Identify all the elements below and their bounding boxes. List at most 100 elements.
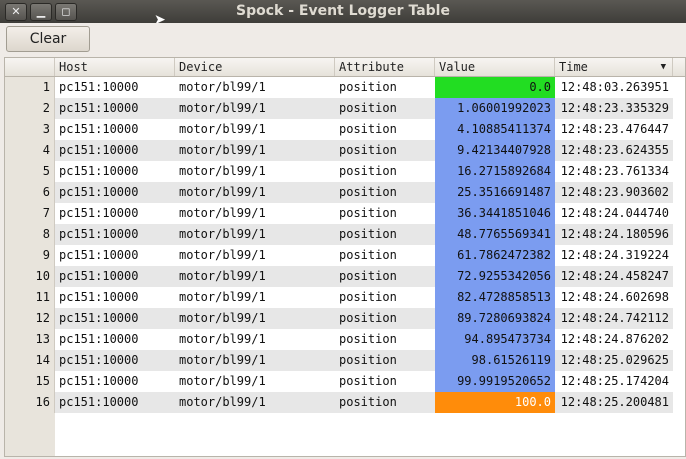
cell-host[interactable]: pc151:10000 xyxy=(55,392,175,413)
row-number[interactable]: 2 xyxy=(5,98,55,119)
event-table[interactable]: Host Device Attribute Value Time ▼ 1 pc15… xyxy=(4,57,686,457)
cell-value[interactable]: 48.7765569341 xyxy=(435,224,555,245)
cell-value[interactable]: 16.2715892684 xyxy=(435,161,555,182)
cell-value[interactable]: 61.7862472382 xyxy=(435,245,555,266)
cell-device[interactable]: motor/bl99/1 xyxy=(175,329,335,350)
cell-device[interactable]: motor/bl99/1 xyxy=(175,161,335,182)
cell-device[interactable]: motor/bl99/1 xyxy=(175,266,335,287)
table-row[interactable]: 3 pc151:10000 motor/bl99/1 position 4.108854… xyxy=(5,119,685,140)
cell-device[interactable]: motor/bl99/1 xyxy=(175,119,335,140)
row-number[interactable]: 7 xyxy=(5,203,55,224)
table-row[interactable]: 8 pc151:10000 motor/bl99/1 position 48.77655… xyxy=(5,224,685,245)
row-number[interactable]: 13 xyxy=(5,329,55,350)
corner-header[interactable] xyxy=(5,58,55,76)
table-row[interactable]: 13 pc151:10000 motor/bl99/1 position 94.8954… xyxy=(5,329,685,350)
cell-attribute[interactable]: position xyxy=(335,182,435,203)
cell-device[interactable]: motor/bl99/1 xyxy=(175,308,335,329)
cell-time[interactable]: 12:48:25.174204 xyxy=(555,371,673,392)
cell-attribute[interactable]: position xyxy=(335,287,435,308)
cell-attribute[interactable]: position xyxy=(335,140,435,161)
cell-value[interactable]: 25.3516691487 xyxy=(435,182,555,203)
clear-button[interactable]: Clear xyxy=(6,26,90,52)
table-row[interactable]: 7 pc151:10000 motor/bl99/1 position 36.34418… xyxy=(5,203,685,224)
cell-host[interactable]: pc151:10000 xyxy=(55,308,175,329)
cell-time[interactable]: 12:48:24.876202 xyxy=(555,329,673,350)
table-row[interactable]: 4 pc151:10000 motor/bl99/1 position 9.421344… xyxy=(5,140,685,161)
cell-time[interactable]: 12:48:25.029625 xyxy=(555,350,673,371)
row-number[interactable]: 6 xyxy=(5,182,55,203)
row-number[interactable]: 14 xyxy=(5,350,55,371)
cell-value[interactable]: 100.0 xyxy=(435,392,555,413)
row-number[interactable]: 4 xyxy=(5,140,55,161)
table-row[interactable]: 11 pc151:10000 motor/bl99/1 position 82.4728… xyxy=(5,287,685,308)
cell-host[interactable]: pc151:10000 xyxy=(55,98,175,119)
cell-time[interactable]: 12:48:23.761334 xyxy=(555,161,673,182)
table-row[interactable]: 6 pc151:10000 motor/bl99/1 position 25.35166… xyxy=(5,182,685,203)
cell-attribute[interactable]: position xyxy=(335,392,435,413)
cell-attribute[interactable]: position xyxy=(335,119,435,140)
cell-device[interactable]: motor/bl99/1 xyxy=(175,392,335,413)
cell-device[interactable]: motor/bl99/1 xyxy=(175,203,335,224)
cell-device[interactable]: motor/bl99/1 xyxy=(175,77,335,98)
table-row[interactable]: 9 pc151:10000 motor/bl99/1 position 61.78624… xyxy=(5,245,685,266)
cell-host[interactable]: pc151:10000 xyxy=(55,350,175,371)
col-header-host[interactable]: Host xyxy=(55,58,175,76)
cell-value[interactable]: 89.7280693824 xyxy=(435,308,555,329)
title-bar[interactable]: ✕ ▁ ◻ Spock - Event Logger Table ➤ xyxy=(0,0,686,28)
cell-time[interactable]: 12:48:24.602698 xyxy=(555,287,673,308)
col-header-attribute[interactable]: Attribute xyxy=(335,58,435,76)
cell-value[interactable]: 1.06001992023 xyxy=(435,98,555,119)
table-row[interactable]: 2 pc151:10000 motor/bl99/1 position 1.060019… xyxy=(5,98,685,119)
cell-device[interactable]: motor/bl99/1 xyxy=(175,98,335,119)
col-header-time[interactable]: Time ▼ xyxy=(555,58,673,76)
cell-host[interactable]: pc151:10000 xyxy=(55,287,175,308)
cell-attribute[interactable]: position xyxy=(335,77,435,98)
cell-device[interactable]: motor/bl99/1 xyxy=(175,287,335,308)
table-row[interactable]: 12 pc151:10000 motor/bl99/1 position 89.7280… xyxy=(5,308,685,329)
row-number[interactable]: 10 xyxy=(5,266,55,287)
cell-attribute[interactable]: position xyxy=(335,161,435,182)
cell-device[interactable]: motor/bl99/1 xyxy=(175,140,335,161)
cell-time[interactable]: 12:48:24.742112 xyxy=(555,308,673,329)
cell-attribute[interactable]: position xyxy=(335,266,435,287)
row-number[interactable]: 1 xyxy=(5,77,55,98)
cell-attribute[interactable]: position xyxy=(335,350,435,371)
cell-value[interactable]: 82.4728858513 xyxy=(435,287,555,308)
cell-time[interactable]: 12:48:23.335329 xyxy=(555,98,673,119)
table-row[interactable]: 16 pc151:10000 motor/bl99/1 position 100.0 12… xyxy=(5,392,685,413)
cell-attribute[interactable]: position xyxy=(335,245,435,266)
cell-attribute[interactable]: position xyxy=(335,224,435,245)
col-header-device[interactable]: Device xyxy=(175,58,335,76)
cell-host[interactable]: pc151:10000 xyxy=(55,203,175,224)
cell-value[interactable]: 4.10885411374 xyxy=(435,119,555,140)
cell-host[interactable]: pc151:10000 xyxy=(55,119,175,140)
cell-time[interactable]: 12:48:25.200481 xyxy=(555,392,673,413)
cell-attribute[interactable]: position xyxy=(335,371,435,392)
cell-device[interactable]: motor/bl99/1 xyxy=(175,350,335,371)
cell-device[interactable]: motor/bl99/1 xyxy=(175,182,335,203)
table-row[interactable]: 1 pc151:10000 motor/bl99/1 position 0.0 12:48… xyxy=(5,77,685,98)
cell-host[interactable]: pc151:10000 xyxy=(55,140,175,161)
cell-time[interactable]: 12:48:23.624355 xyxy=(555,140,673,161)
cell-attribute[interactable]: position xyxy=(335,98,435,119)
cell-device[interactable]: motor/bl99/1 xyxy=(175,245,335,266)
cell-host[interactable]: pc151:10000 xyxy=(55,182,175,203)
row-number[interactable]: 16 xyxy=(5,392,55,413)
cell-host[interactable]: pc151:10000 xyxy=(55,161,175,182)
cell-host[interactable]: pc151:10000 xyxy=(55,77,175,98)
cell-time[interactable]: 12:48:24.044740 xyxy=(555,203,673,224)
cell-host[interactable]: pc151:10000 xyxy=(55,224,175,245)
cell-value[interactable]: 72.9255342056 xyxy=(435,266,555,287)
cell-value[interactable]: 9.42134407928 xyxy=(435,140,555,161)
cell-device[interactable]: motor/bl99/1 xyxy=(175,224,335,245)
cell-host[interactable]: pc151:10000 xyxy=(55,329,175,350)
row-number[interactable]: 9 xyxy=(5,245,55,266)
cell-attribute[interactable]: position xyxy=(335,308,435,329)
cell-attribute[interactable]: position xyxy=(335,329,435,350)
cell-value[interactable]: 98.61526119 xyxy=(435,350,555,371)
cell-value[interactable]: 0.0 xyxy=(435,77,555,98)
cell-value[interactable]: 36.3441851046 xyxy=(435,203,555,224)
cell-time[interactable]: 12:48:23.476447 xyxy=(555,119,673,140)
row-number[interactable]: 12 xyxy=(5,308,55,329)
cell-host[interactable]: pc151:10000 xyxy=(55,266,175,287)
